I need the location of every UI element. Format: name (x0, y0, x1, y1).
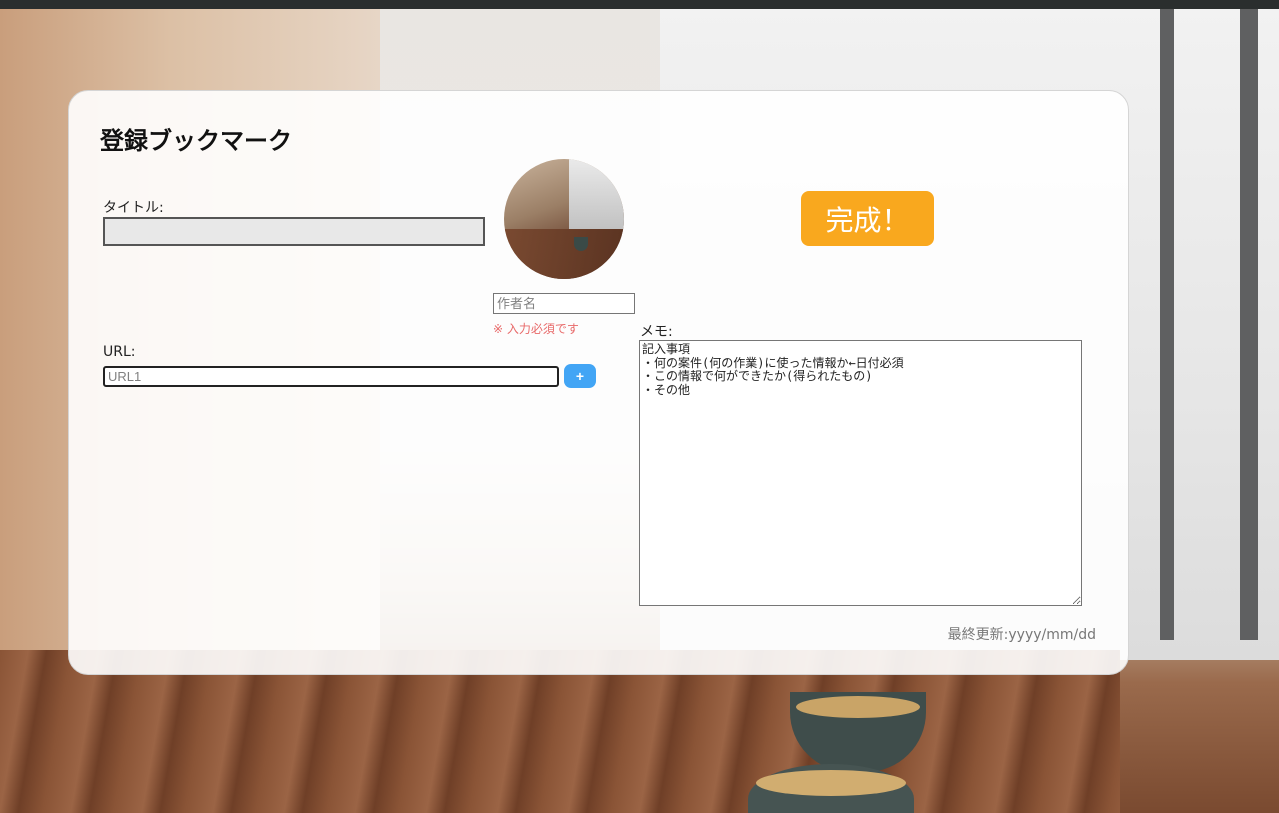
add-url-button[interactable]: + (564, 364, 596, 388)
page-title: 登録ブックマーク (100, 127, 292, 155)
background-post (1160, 0, 1174, 640)
avatar-table (504, 229, 624, 279)
top-bar (0, 0, 1279, 9)
last-updated: 最終更新:yyyy/mm/dd (947, 627, 1096, 643)
memo-textarea[interactable]: 記入事項 ・何の案件(何の作業)に使った情報か←日付必須 ・この情報で何ができた… (639, 340, 1082, 606)
background-post (1240, 0, 1258, 640)
memo-label: メモ: (640, 324, 673, 340)
author-input[interactable] (493, 293, 635, 314)
title-input[interactable] (103, 217, 485, 246)
avatar[interactable] (504, 159, 624, 279)
avatar-cup (574, 237, 588, 251)
done-button[interactable]: 完成！ (801, 191, 934, 246)
url-label: URL: (103, 344, 136, 360)
title-label: タイトル: (103, 200, 164, 216)
avatar-window (569, 159, 624, 239)
url-input[interactable] (103, 366, 559, 387)
bookmark-form-card: 登録ブックマーク タイトル: ※ 入力必須です 完成！ URL: + メモ: 記… (68, 90, 1129, 675)
required-note: ※ 入力必須です (493, 322, 579, 336)
